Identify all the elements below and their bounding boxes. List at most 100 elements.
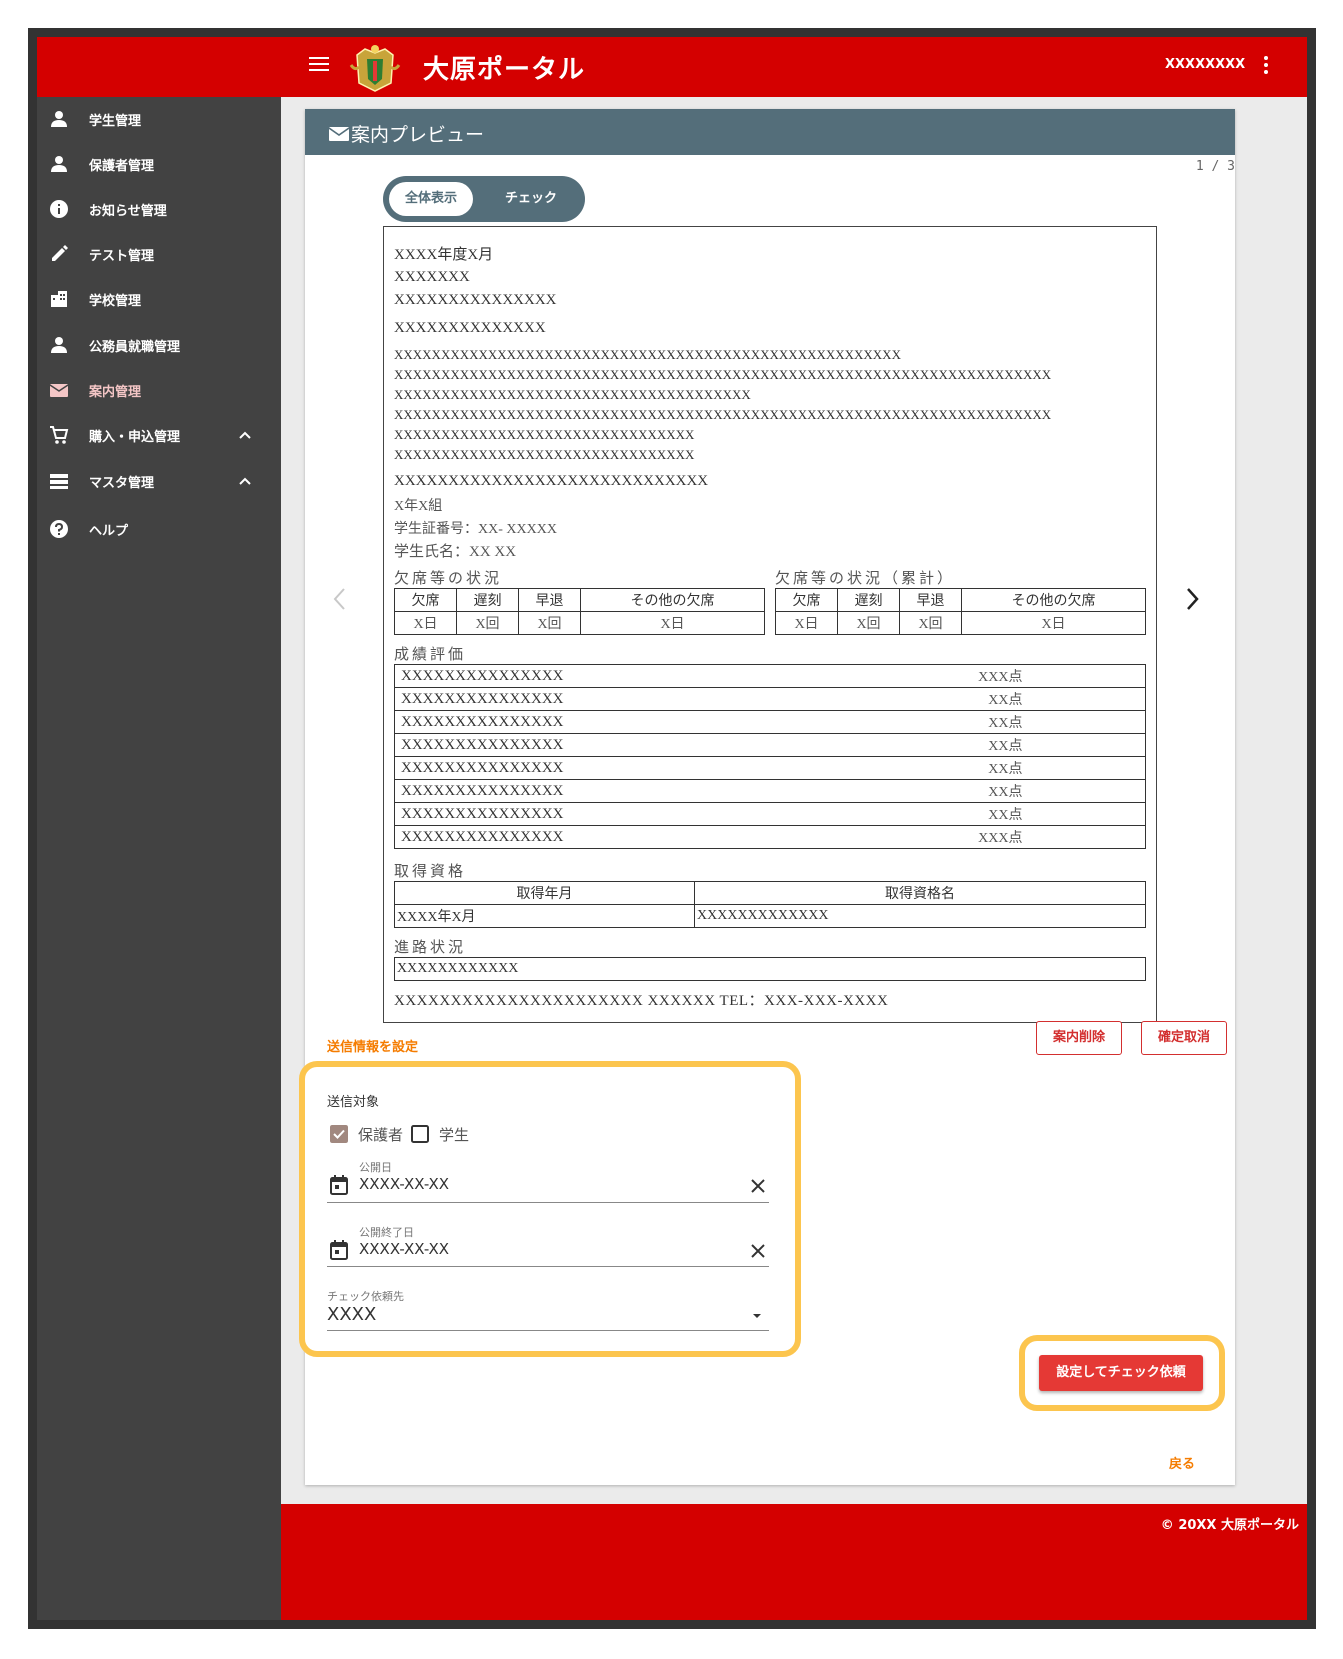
table-cell: X日: [394, 611, 457, 635]
grade-subject: XXXXXXXXXXXXXXX: [394, 756, 695, 780]
grade-score: XXX点: [694, 825, 1025, 849]
calendar-icon[interactable]: [330, 1240, 348, 1260]
doc-body-line: XXXXXXXXXXXXXXXXXXXXXXXXXXXXXXXX: [394, 447, 695, 462]
sidebar-item-label: 学生管理: [89, 114, 142, 129]
chevron-up-icon[interactable]: [237, 473, 253, 489]
grade-subject: XXXXXXXXXXXXXXX: [394, 664, 695, 688]
table-cell: XXXXXXXXXXXX: [394, 957, 1146, 981]
grades-title: 成績評価: [394, 647, 467, 663]
grade-subject: XXXXXXXXXXXXXXX: [394, 825, 695, 849]
pencil-icon: [52, 245, 68, 261]
checker-select[interactable]: XXXX: [327, 1304, 376, 1325]
grade-score: XXX点: [694, 664, 1025, 688]
attendance-table: 欠席 遅刻 早退 その他の欠席 X日 X回 X回 X日: [394, 588, 765, 635]
table-cell: [1024, 802, 1146, 826]
input-underline: [327, 1266, 769, 1267]
send-settings-link[interactable]: 送信情報を設定: [327, 1036, 418, 1055]
close-icon[interactable]: [750, 1243, 766, 1259]
table-cell: [1024, 710, 1146, 734]
sidebar-item-guardian[interactable]: 保護者管理: [37, 144, 281, 184]
sidebar-item-label: 案内管理: [89, 385, 142, 400]
table-row: XXXXXXXXXXXXXXX XX点: [394, 687, 1146, 711]
table-row: XXXXXXXXXXXXXXX XX点: [394, 779, 1146, 803]
sidebar-item-help[interactable]: ヘルプ: [37, 509, 281, 549]
chevron-up-icon[interactable]: [237, 427, 253, 443]
table-cell: XXXX年X月: [394, 904, 695, 928]
sidebar-item-student[interactable]: 学生管理: [37, 99, 281, 139]
grade-score: XX点: [694, 802, 1025, 826]
attendance-title: 欠席等の状況: [394, 571, 503, 587]
app-window: 大原ポータル XXXXXXXX 学生管理 保護者管理 お知らせ管理 テスト管理 …: [37, 37, 1307, 1620]
cancel-confirm-button[interactable]: 確定取消: [1141, 1021, 1227, 1055]
grades-table: XXXXXXXXXXXXXXX XXX点 XXXXXXXXXXXXXXX XX点 X…: [394, 664, 1146, 849]
chevron-left-icon[interactable]: [327, 579, 351, 619]
sidebar-item-label: 学校管理: [89, 294, 142, 309]
toggle-all-view-button[interactable]: 全体表示: [389, 182, 473, 216]
footer-bar: © 20XX 大原ポータル: [281, 1504, 1307, 1620]
building-icon: [51, 291, 67, 307]
end-date-input[interactable]: XXXX-XX-XX: [359, 1240, 449, 1258]
back-link[interactable]: 戻る: [1169, 1453, 1195, 1472]
end-date-label: 公開終了日: [359, 1226, 414, 1239]
set-and-request-check-button[interactable]: 設定してチェック依頼: [1039, 1355, 1203, 1391]
doc-student-name: 学生氏名：XX XX: [394, 544, 517, 560]
preview-card: 案内プレビュー 1 / 3 全体表示 チェック XXXX年度X月 XXXXXXX…: [299, 109, 1235, 1485]
sidebar-item-school[interactable]: 学校管理: [37, 279, 281, 319]
crest-logo-icon: [349, 45, 401, 92]
hamburger-menu-icon[interactable]: [305, 53, 333, 81]
table-header-cell: 遅刻: [456, 588, 519, 612]
dropdown-arrow-icon[interactable]: [751, 1312, 763, 1320]
help-icon: [50, 520, 68, 538]
table-cell: X日: [580, 611, 765, 635]
person-icon: [51, 156, 67, 172]
table-header-cell: 取得資格名: [694, 881, 1146, 905]
doc-body-line: XXXXXXXXXXXXXXXXXXXXXXXXXXXXXXXXXXXXXXXX…: [394, 367, 1052, 382]
table-cell: XXXXXXXXXXXXX: [694, 904, 1146, 928]
list-icon: [50, 474, 68, 489]
calendar-icon[interactable]: [330, 1175, 348, 1195]
student-checkbox[interactable]: [411, 1125, 429, 1143]
doc-sender: XXXXXXXXXXXXXX: [394, 320, 546, 336]
guardian-checkbox[interactable]: [330, 1125, 348, 1143]
table-row: XXXXXXXXXXXXXXX XX点: [394, 710, 1146, 734]
send-target-label: 送信対象: [327, 1095, 380, 1110]
app-title: 大原ポータル: [423, 55, 586, 85]
grade-score: XX点: [694, 756, 1025, 780]
sidebar-item-notice[interactable]: お知らせ管理: [37, 189, 281, 229]
close-icon[interactable]: [750, 1178, 766, 1194]
sidebar-item-label: お知らせ管理: [89, 204, 167, 219]
publish-date-input[interactable]: XXXX-XX-XX: [359, 1175, 449, 1193]
table-cell: [1024, 756, 1146, 780]
qualifications-title: 取得資格: [394, 864, 467, 880]
table-row: XXXXXXXXXXXXXXX XX点: [394, 733, 1146, 757]
doc-body-line: XXXXXXXXXXXXXXXXXXXXXXXXXXXXXXXXXXXXXXXX…: [394, 407, 1052, 422]
sidebar-item-label: ヘルプ: [89, 524, 129, 539]
grade-subject: XXXXXXXXXXXXXXX: [394, 687, 695, 711]
sidebar-item-label: マスタ管理: [89, 476, 155, 491]
doc-recipient: XXXXXXX: [394, 269, 470, 285]
toggle-check-view-button[interactable]: チェック: [483, 182, 579, 216]
guardian-label: 保護者: [358, 1126, 404, 1144]
sidebar-item-test[interactable]: テスト管理: [37, 234, 281, 274]
grade-subject: XXXXXXXXXXXXXXX: [394, 733, 695, 757]
table-header-cell: 欠席: [775, 588, 838, 612]
sidebar-item-master[interactable]: マスタ管理: [37, 461, 281, 501]
table-row: XXXXXXXXXXXXXXX XXX点: [394, 825, 1146, 849]
delete-guide-button[interactable]: 案内削除: [1036, 1021, 1122, 1055]
publish-date-label: 公開日: [359, 1161, 392, 1174]
table-cell: X回: [456, 611, 519, 635]
mail-icon: [49, 384, 69, 397]
doc-body-line: XXXXXXXXXXXXXXXXXXXXXXXXXXXXXXXXXXXXXX: [394, 387, 751, 402]
document-preview: XXXX年度X月 XXXXXXX XXXXXXXXXXXXXXX XXXXXXX…: [383, 226, 1157, 1023]
chevron-right-icon[interactable]: [1181, 579, 1205, 619]
info-icon: [50, 200, 68, 218]
person-icon: [51, 111, 67, 127]
card-header: 案内プレビュー: [305, 109, 1235, 155]
sidebar-item-purchase[interactable]: 購入・申込管理: [37, 415, 281, 455]
sidebar-item-label: 公務員就職管理: [89, 340, 181, 355]
sidebar-item-civil-service[interactable]: 公務員就職管理: [37, 325, 281, 365]
doc-body-line: XXXXXXXXXXXXXXXXXXXXXXXXXXXXXXXX: [394, 427, 695, 442]
user-name[interactable]: XXXXXXXX: [1165, 57, 1245, 72]
sidebar-item-guide[interactable]: 案内管理: [37, 370, 281, 410]
more-vert-icon[interactable]: [1259, 53, 1273, 81]
